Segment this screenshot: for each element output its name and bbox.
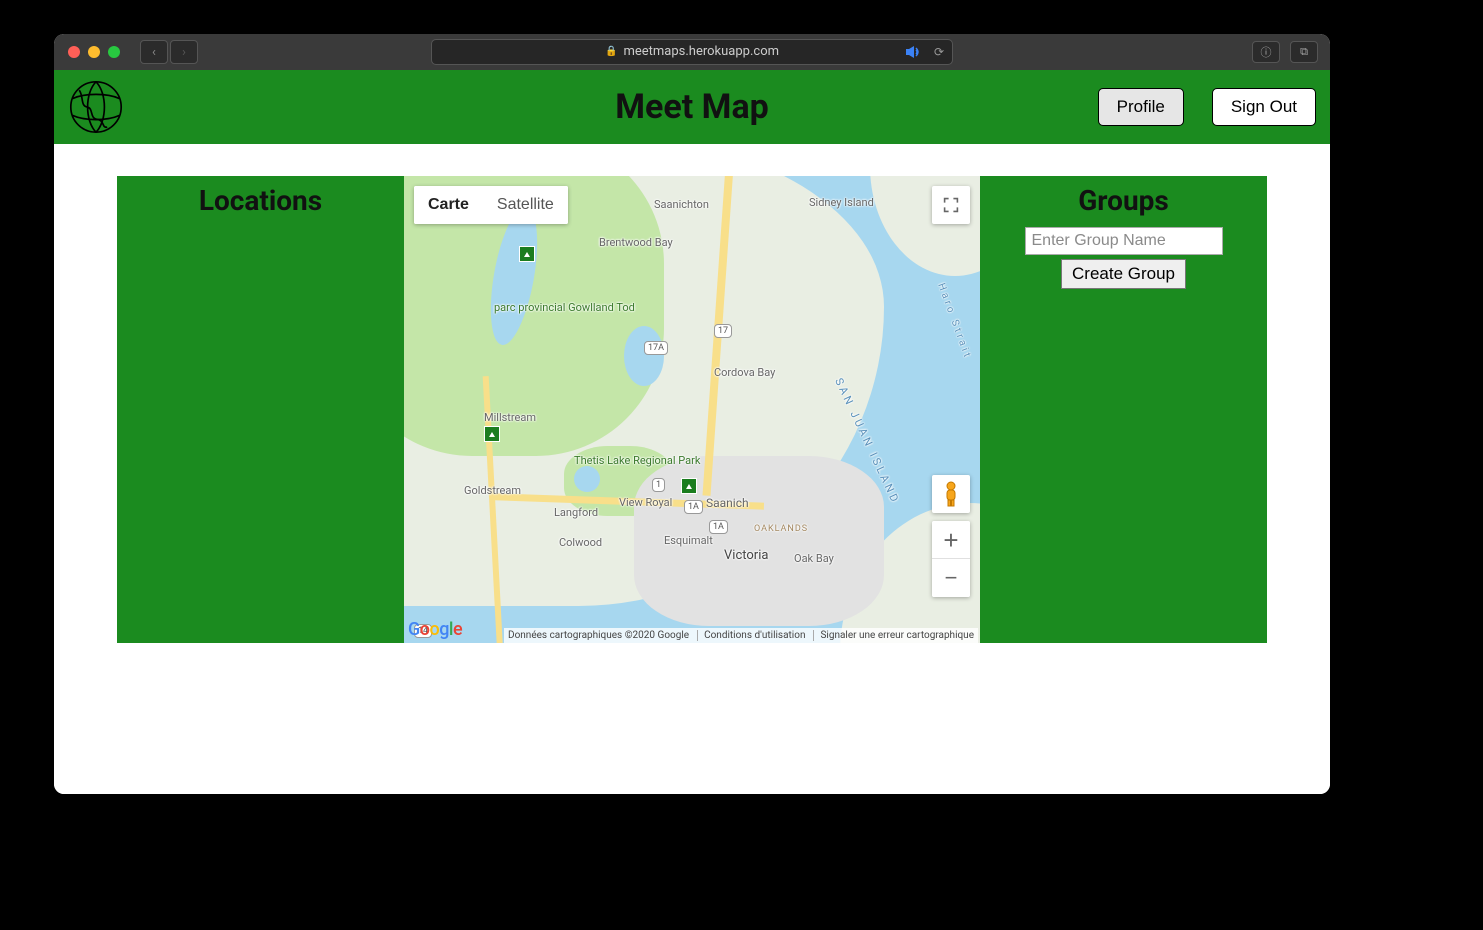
browser-titlebar: ‹ › 🔒 meetmaps.herokuapp.com ⟳ ⓘ ⧉: [54, 34, 1330, 70]
locations-panel: Locations: [117, 176, 404, 643]
minimize-window-button[interactable]: [88, 46, 100, 58]
camp-marker-icon: [681, 478, 697, 494]
map-label: Millstream: [484, 411, 536, 424]
map-label: Haro Strait: [935, 282, 973, 361]
map-terms-link[interactable]: Conditions d'utilisation: [697, 630, 805, 641]
close-window-button[interactable]: [68, 46, 80, 58]
reader-button[interactable]: ⓘ: [1252, 41, 1280, 63]
header-buttons: Profile Sign Out: [1098, 88, 1316, 126]
camp-marker-icon: [519, 246, 535, 262]
google-logo: Google: [408, 619, 462, 640]
sign-out-button[interactable]: Sign Out: [1212, 88, 1316, 126]
map-label: Oak Bay: [794, 552, 834, 565]
browser-nav: ‹ ›: [140, 40, 198, 64]
map-label: Colwood: [559, 536, 602, 549]
map-label: Sidney Island: [809, 196, 874, 209]
window-controls: [54, 46, 120, 58]
map-label: Thetis Lake Regional Park: [574, 454, 664, 467]
create-group-button[interactable]: Create Group: [1061, 259, 1186, 289]
map-label: Langford: [554, 506, 598, 519]
map[interactable]: Saanichton Sidney Island Brentwood Bay p…: [404, 176, 980, 643]
highway-shield: 17: [714, 324, 732, 338]
page: Meet Map Profile Sign Out Locations: [54, 70, 1330, 794]
map-type-toggle: Carte Satellite: [414, 186, 568, 224]
zoom-controls: + −: [932, 521, 970, 597]
page-title: Meet Map: [615, 87, 769, 127]
content-row: Locations: [54, 144, 1330, 643]
audio-icon[interactable]: [906, 46, 922, 58]
lock-icon: 🔒: [605, 40, 617, 64]
highway-shield: 1A: [684, 500, 703, 514]
locations-heading: Locations: [117, 184, 404, 217]
back-button[interactable]: ‹: [140, 40, 168, 64]
highway-shield: 1A: [709, 520, 728, 534]
group-name-input[interactable]: [1025, 227, 1223, 255]
toolbar-right: ⓘ ⧉: [1252, 41, 1318, 63]
map-report-link[interactable]: Signaler une erreur cartographique: [813, 630, 974, 641]
map-label: View Royal: [619, 496, 672, 509]
camp-marker-icon: [484, 426, 500, 442]
browser-window: ‹ › 🔒 meetmaps.herokuapp.com ⟳ ⓘ ⧉ +: [54, 34, 1330, 794]
url-text: meetmaps.herokuapp.com: [623, 40, 779, 64]
zoom-out-button[interactable]: −: [932, 559, 970, 597]
three-column-layout: Locations: [117, 176, 1267, 643]
map-label: parc provincial Gowlland Tod: [494, 301, 635, 314]
groups-panel: Groups Create Group: [980, 176, 1267, 643]
map-label: Cordova Bay: [714, 366, 775, 379]
pegman-streetview[interactable]: [932, 475, 970, 513]
map-label: Saanichton: [654, 198, 709, 211]
map-label: Goldstream: [464, 484, 521, 497]
map-data-attrib: Données cartographiques ©2020 Google: [508, 630, 689, 641]
zoom-in-button[interactable]: +: [932, 521, 970, 559]
highway-shield: 1: [652, 478, 665, 492]
map-label: Saanich: [706, 496, 749, 510]
fullscreen-window-button[interactable]: [108, 46, 120, 58]
map-label: Victoria: [724, 548, 768, 563]
map-attribution: Données cartographiques ©2020 Google Con…: [504, 628, 978, 643]
address-bar[interactable]: 🔒 meetmaps.herokuapp.com ⟳: [431, 39, 953, 65]
app-header: Meet Map Profile Sign Out: [54, 70, 1330, 144]
groups-heading: Groups: [980, 184, 1267, 217]
fullscreen-button[interactable]: [932, 186, 970, 224]
forward-button[interactable]: ›: [170, 40, 198, 64]
highway-shield: 17A: [644, 341, 668, 355]
map-label: Esquimalt: [664, 534, 713, 547]
map-label: OAKLANDS: [754, 524, 808, 534]
profile-button[interactable]: Profile: [1098, 88, 1184, 126]
map-type-map[interactable]: Carte: [414, 186, 483, 224]
map-type-satellite[interactable]: Satellite: [483, 186, 568, 224]
reload-icon[interactable]: ⟳: [934, 40, 944, 64]
tabs-overview-button[interactable]: ⧉: [1290, 41, 1318, 63]
globe-logo-icon: [68, 79, 124, 135]
map-label: Brentwood Bay: [599, 236, 673, 249]
